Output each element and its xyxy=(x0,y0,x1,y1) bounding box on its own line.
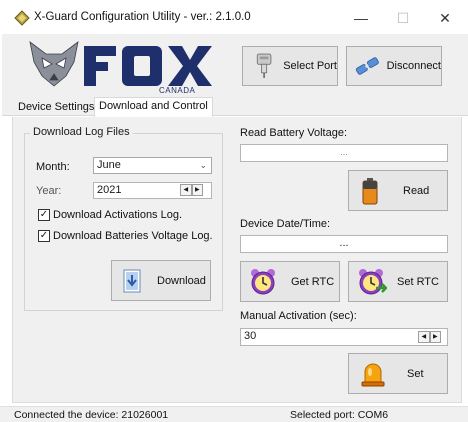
manual-activation-stepper[interactable]: ◀ ▶ xyxy=(418,331,441,343)
batteries-label[interactable]: Download Batteries Voltage Log. xyxy=(53,230,213,242)
download-arrow-icon xyxy=(123,269,141,292)
read-battery-button[interactable]: Read xyxy=(348,170,448,211)
set-activation-button[interactable]: Set xyxy=(348,353,448,394)
disconnect-label: Disconnect xyxy=(386,60,441,72)
read-label: Read xyxy=(403,184,430,197)
close-button[interactable]: ✕ xyxy=(430,6,460,30)
manual-activation-field[interactable]: 30 xyxy=(240,328,448,346)
select-port-label: Select Port xyxy=(283,60,337,72)
tab-device-settings[interactable]: Device Settings xyxy=(14,99,98,117)
year-stepper[interactable]: ◀ ▶ xyxy=(180,184,203,196)
tab-download-and-control[interactable]: Download and Control xyxy=(94,97,213,118)
manual-activation-label: Manual Activation (sec): xyxy=(240,310,357,322)
selected-port-status: Selected port: COM6 xyxy=(290,409,389,421)
month-label: Month: xyxy=(36,161,70,173)
device-datetime-label: Device Date/Time: xyxy=(240,218,331,230)
month-value: June xyxy=(97,159,121,171)
year-increment-icon[interactable]: ▶ xyxy=(191,184,203,196)
set-rtc-label: Set RTC xyxy=(397,275,439,288)
battery-voltage-label: Read Battery Voltage: xyxy=(240,127,348,139)
year-decrement-icon[interactable]: ◀ xyxy=(180,184,192,196)
download-button[interactable]: Download xyxy=(111,260,211,301)
battery-voltage-field: ... xyxy=(240,144,448,162)
year-label: Year: xyxy=(36,185,62,197)
disconnect-plug-icon xyxy=(355,57,379,75)
serial-port-icon xyxy=(256,53,272,78)
connection-status: Connected the device: 21026001 xyxy=(14,409,169,421)
logo-subtitle: CANADA xyxy=(159,86,196,95)
get-rtc-button[interactable]: Get RTC xyxy=(240,261,340,302)
beacon-light-icon xyxy=(361,363,385,386)
download-label: Download xyxy=(157,274,206,287)
manual-decrement-icon[interactable]: ◀ xyxy=(418,331,430,343)
chevron-down-icon: ⌄ xyxy=(199,160,207,170)
battery-icon xyxy=(362,177,378,204)
manual-increment-icon[interactable]: ▶ xyxy=(429,331,441,343)
device-datetime-field: ... xyxy=(240,235,448,253)
activations-label[interactable]: Download Activations Log. xyxy=(53,209,182,221)
disconnect-button[interactable]: Disconnect xyxy=(346,46,442,86)
activations-checkbox[interactable]: ✓ xyxy=(38,209,50,221)
get-rtc-label: Get RTC xyxy=(291,275,335,288)
app-diamond-icon xyxy=(14,10,30,26)
maximize-button[interactable]: ☐ xyxy=(388,6,418,30)
manual-activation-value: 30 xyxy=(244,330,257,342)
month-select[interactable]: June ⌄ xyxy=(93,157,212,174)
alarm-clock-icon xyxy=(251,268,275,294)
set-activation-label: Set xyxy=(407,367,424,380)
download-log-group-title: Download Log Files xyxy=(30,126,133,138)
select-port-button[interactable]: Select Port xyxy=(242,46,338,86)
minimize-button[interactable]: — xyxy=(346,6,376,30)
window-title: X-Guard Configuration Utility - ver.: 2.… xyxy=(34,11,251,23)
batteries-checkbox[interactable]: ✓ xyxy=(38,230,50,242)
set-rtc-button[interactable]: Set RTC xyxy=(348,261,448,302)
alarm-clock-set-icon xyxy=(359,268,387,294)
year-value: 2021 xyxy=(97,184,122,196)
